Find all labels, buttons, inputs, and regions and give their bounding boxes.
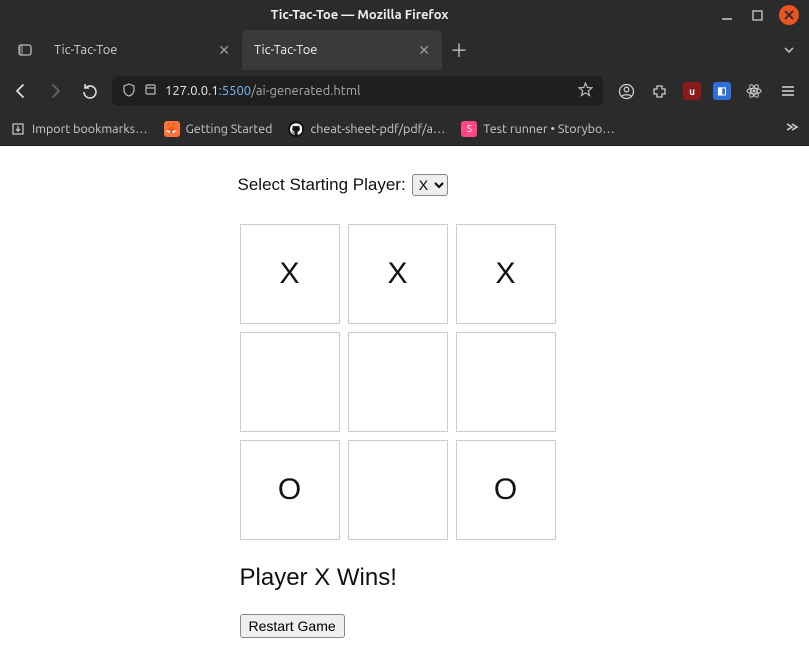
page-content: Select Starting Player: X X X X O O Play… (0, 146, 809, 654)
bookmark-label: Test runner • Storybo… (483, 122, 614, 136)
window-maximize-button[interactable] (749, 7, 765, 23)
game-status: Player X Wins! (240, 564, 570, 592)
firefox-icon: 🦊 (164, 121, 180, 137)
url-bar[interactable]: 127.0.0.1:5500/ai-generated.html (112, 76, 603, 106)
window-title: Tic-Tac-Toe — Mozilla Firefox (0, 8, 719, 22)
bookmark-import[interactable]: Import bookmarks… (10, 121, 148, 137)
page-info-icon (144, 83, 157, 99)
cell-1[interactable]: X (348, 224, 448, 324)
cell-6[interactable]: O (240, 440, 340, 540)
reload-button[interactable] (78, 80, 100, 102)
starting-player-selector: Select Starting Player: X (238, 174, 570, 196)
bookmarks-overflow-button[interactable] (783, 120, 799, 137)
cell-3[interactable] (240, 332, 340, 432)
cell-0[interactable]: X (240, 224, 340, 324)
bookmark-label: cheat-sheet-pdf/pdf/a… (310, 122, 445, 136)
bookmark-storybook[interactable]: S Test runner • Storybo… (461, 121, 614, 137)
tab-1[interactable]: Tic-Tac-Toe ✕ (242, 30, 442, 70)
firefox-view-button[interactable] (8, 30, 42, 70)
shield-icon (122, 83, 136, 100)
bookmark-getting-started[interactable]: 🦊 Getting Started (164, 121, 273, 137)
bookmark-star-icon[interactable] (578, 82, 593, 100)
tabs-overflow-button[interactable] (769, 30, 809, 70)
nav-toolbar: 127.0.0.1:5500/ai-generated.html u ◧ (0, 70, 809, 112)
tab-close-icon[interactable]: ✕ (218, 42, 230, 59)
game-board: X X X O O (240, 224, 570, 540)
tab-title: Tic-Tac-Toe (54, 43, 210, 57)
github-icon (288, 121, 304, 137)
extensions-icon[interactable] (649, 80, 671, 102)
account-icon[interactable] (615, 80, 637, 102)
bookmark-label: Import bookmarks… (32, 122, 148, 136)
cell-5[interactable] (456, 332, 556, 432)
storybook-icon: S (461, 121, 477, 137)
ublock-icon[interactable]: u (683, 82, 701, 100)
cell-4[interactable] (348, 332, 448, 432)
restart-button[interactable]: Restart Game (240, 614, 345, 638)
extension-react-icon[interactable] (743, 80, 765, 102)
tab-strip: Tic-Tac-Toe ✕ Tic-Tac-Toe ✕ ＋ (0, 30, 809, 70)
window-minimize-button[interactable] (719, 7, 735, 23)
bookmarks-toolbar: Import bookmarks… 🦊 Getting Started chea… (0, 112, 809, 146)
window-close-button[interactable] (779, 5, 799, 25)
extension-blue-icon[interactable]: ◧ (713, 82, 731, 100)
url-port: :5500 (219, 84, 252, 98)
back-button[interactable] (10, 80, 32, 102)
cell-8[interactable]: O (456, 440, 556, 540)
tab-0[interactable]: Tic-Tac-Toe ✕ (42, 30, 242, 70)
window-titlebar: Tic-Tac-Toe — Mozilla Firefox (0, 0, 809, 30)
url-path: /ai-generated.html (251, 84, 360, 98)
bookmark-label: Getting Started (186, 122, 273, 136)
starting-player-select[interactable]: X (412, 174, 448, 196)
selector-label: Select Starting Player: (238, 175, 406, 195)
url-text: 127.0.0.1:5500/ai-generated.html (165, 84, 361, 98)
tab-title: Tic-Tac-Toe (254, 43, 410, 57)
tab-close-icon[interactable]: ✕ (418, 42, 430, 59)
url-host: 127.0.0.1 (165, 84, 219, 98)
new-tab-button[interactable]: ＋ (442, 30, 476, 70)
app-menu-button[interactable] (777, 80, 799, 102)
bookmark-cheatsheet[interactable]: cheat-sheet-pdf/pdf/a… (288, 121, 445, 137)
import-bookmarks-icon (10, 121, 26, 137)
forward-button[interactable] (44, 80, 66, 102)
cell-7[interactable] (348, 440, 448, 540)
cell-2[interactable]: X (456, 224, 556, 324)
